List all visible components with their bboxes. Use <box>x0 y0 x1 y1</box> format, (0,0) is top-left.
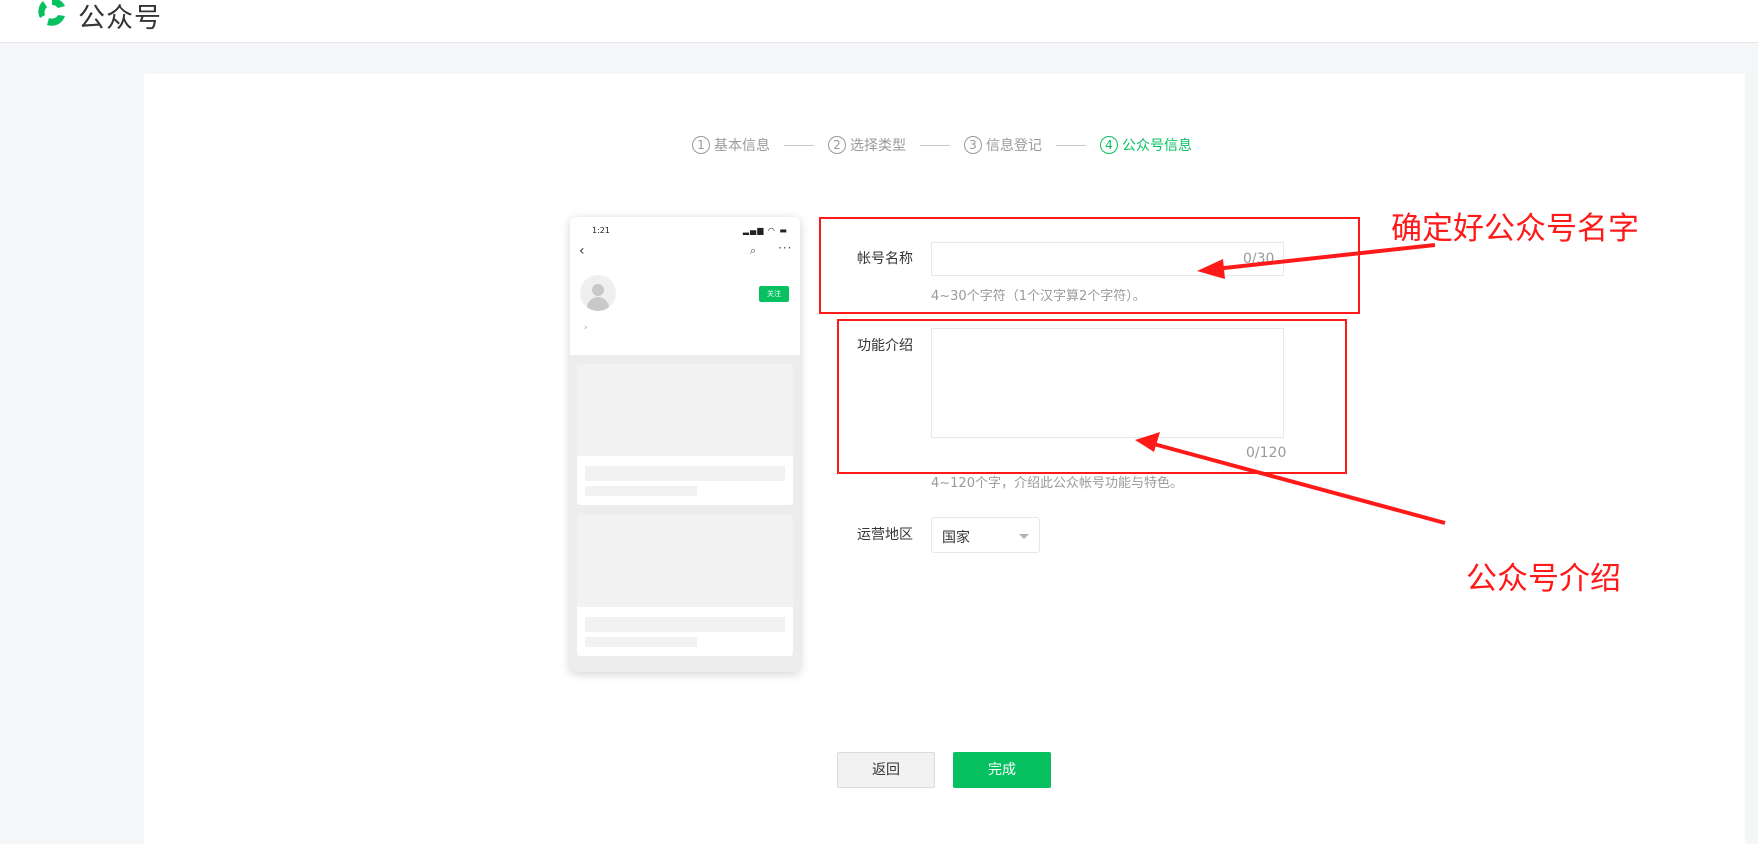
step-divider <box>1056 144 1086 146</box>
article-placeholder <box>577 515 793 656</box>
region-label: 运营地区 <box>857 527 913 543</box>
article-placeholder <box>577 364 793 505</box>
step-label: 选择类型 <box>850 138 906 154</box>
step-registration: 3 信息登记 <box>964 135 1042 155</box>
step-number: 2 <box>828 136 846 154</box>
chevron-right-icon: › <box>584 323 588 333</box>
status-time: 1:21 <box>592 226 610 235</box>
step-label: 基本信息 <box>714 138 770 154</box>
step-label: 公众号信息 <box>1122 138 1192 154</box>
step-basic-info: 1 基本信息 <box>692 135 770 155</box>
signal-wifi-battery-icon: ▂▄▆ ◠ ▬ <box>742 226 788 235</box>
back-arrow-icon: ‹ <box>579 243 585 259</box>
step-account-info: 4 公众号信息 <box>1100 135 1192 155</box>
phone-preview: 1:21 ▂▄▆ ◠ ▬ ‹ ⌕ ··· 关注 › <box>570 217 800 672</box>
chevron-down-icon <box>1019 534 1029 539</box>
wechat-official-account-logo-icon <box>38 0 65 26</box>
profile-header: 1:21 ▂▄▆ ◠ ▬ ‹ ⌕ ··· 关注 › <box>570 217 800 355</box>
region-selected: 国家 <box>942 530 970 546</box>
step-divider <box>920 144 950 146</box>
brand-title[interactable]: 公众号 <box>78 0 162 35</box>
step-divider <box>784 144 814 146</box>
step-select-type: 2 选择类型 <box>828 135 906 155</box>
annotation-box-intro <box>837 319 1347 474</box>
back-button[interactable]: 返回 <box>837 752 935 788</box>
intro-hint: 4~120个字，介绍此公众帐号功能与特色。 <box>931 476 1183 491</box>
annotation-intro-note: 公众号介绍 <box>1466 561 1621 597</box>
follow-button: 关注 <box>759 286 789 302</box>
step-number: 1 <box>692 136 710 154</box>
step-label: 信息登记 <box>986 138 1042 154</box>
step-indicator: 1 基本信息 2 选择类型 3 信息登记 4 公众号信息 <box>692 134 1192 156</box>
step-number: 4 <box>1100 136 1118 154</box>
region-select[interactable]: 国家 <box>931 517 1040 553</box>
annotation-name-note: 确定好公众号名字 <box>1391 211 1639 247</box>
step-number: 3 <box>964 136 982 154</box>
top-bar: 公众号 <box>0 0 1758 43</box>
done-button[interactable]: 完成 <box>953 752 1051 788</box>
avatar <box>580 275 616 311</box>
annotation-box-name <box>819 217 1360 314</box>
search-icon: ⌕ <box>750 244 757 257</box>
more-icon: ··· <box>778 241 793 255</box>
